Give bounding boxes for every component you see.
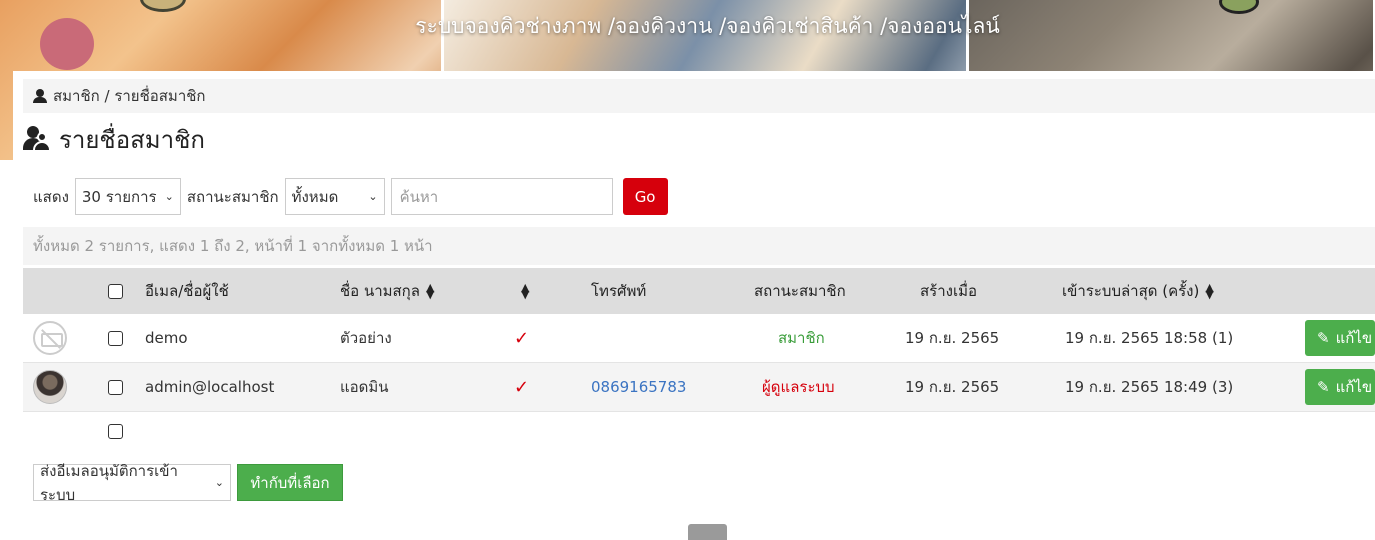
- members-table: อีเมล/ชื่อผู้ใช้ ชื่อ นามสกุล ▲ ▼ ▲ ▼ โทรศั…: [23, 268, 1375, 450]
- site-title: ระบบจองคิวช่างภาพ /จองคิวงาน /จองคิวเช่า…: [415, 14, 1000, 38]
- row-email: admin@localhost: [145, 378, 275, 396]
- user-avatar: [33, 370, 67, 404]
- page-title-text: รายชื่อสมาชิก: [59, 125, 205, 154]
- apply-selected-button[interactable]: ทำกับที่เลือก: [237, 464, 343, 501]
- row-created: 19 ก.ย. 2565: [905, 329, 1000, 347]
- no-image-icon: [33, 321, 67, 355]
- sort-icon[interactable]: ▲ ▼: [1205, 282, 1213, 300]
- select-all-checkbox[interactable]: [108, 283, 123, 299]
- col-last-login[interactable]: เข้าระบบล่าสุด (ครั้ง) ▲ ▼: [1062, 268, 1214, 314]
- col-phone: โทรศัพท์: [591, 282, 647, 300]
- pagination[interactable]: [688, 524, 727, 540]
- col-email: อีเมล/ชื่อผู้ใช้: [145, 282, 229, 300]
- chevron-down-icon: ⌄: [214, 476, 224, 489]
- chevron-down-icon: ⌄: [164, 190, 174, 203]
- edit-button[interactable]: ✎ แก้ไข: [1305, 320, 1375, 356]
- status-select-value: ทั้งหมด: [291, 187, 339, 206]
- user-icon: [33, 89, 47, 103]
- col-name[interactable]: ชื่อ นามสกุล ▲ ▼: [340, 268, 434, 314]
- chevron-down-icon: ⌄: [368, 190, 378, 203]
- status-label: สถานะสมาชิก: [186, 187, 279, 206]
- row-email: demo: [145, 329, 188, 347]
- col-status: สถานะสมาชิก: [754, 282, 846, 300]
- sort-icon[interactable]: ▲ ▼: [426, 282, 434, 300]
- breadcrumb: สมาชิก / รายชื่อสมาชิก: [23, 79, 1375, 113]
- page-title: รายชื่อสมาชิก: [23, 121, 205, 157]
- bulk-actions: ส่งอีเมลอนุมัติการเข้าระบบ ⌄ ทำกับที่เลื…: [33, 462, 343, 504]
- row-last-login: 19 ก.ย. 2565 18:49 (3): [1065, 378, 1234, 396]
- page-size-value: 30 รายการ: [81, 187, 157, 206]
- status-select[interactable]: ทั้งหมด ⌄: [284, 178, 385, 215]
- row-name: แอดมิน: [340, 378, 389, 396]
- row-checkbox[interactable]: [108, 379, 123, 395]
- table-footer-row: [23, 412, 1375, 450]
- row-name: ตัวอย่าง: [340, 329, 392, 347]
- active-check-icon: ✓: [514, 376, 530, 398]
- bulk-action-value: ส่งอีเมลอนุมัติการเข้าระบบ: [40, 461, 178, 504]
- content-panel: สมาชิก / รายชื่อสมาชิก รายชื่อสมาชิก แสด…: [13, 71, 1375, 540]
- table-header: อีเมล/ชื่อผู้ใช้ ชื่อ นามสกุล ▲ ▼ ▲ ▼ โทรศั…: [23, 268, 1375, 314]
- row-status: สมาชิก: [778, 329, 825, 347]
- col-created: สร้างเมื่อ: [920, 282, 977, 300]
- show-label: แสดง: [33, 187, 69, 206]
- users-icon: [23, 126, 51, 152]
- col-active[interactable]: ▲ ▼: [515, 268, 529, 314]
- row-last-login: 19 ก.ย. 2565 18:58 (1): [1065, 329, 1234, 347]
- bulk-action-select[interactable]: ส่งอีเมลอนุมัติการเข้าระบบ ⌄: [33, 462, 231, 504]
- table-row: admin@localhost แอดมิน ✓ 0869165783 ผู้ด…: [23, 363, 1375, 412]
- active-check-icon: ✓: [514, 327, 530, 349]
- row-checkbox[interactable]: [108, 330, 123, 346]
- row-phone[interactable]: 0869165783: [591, 363, 686, 411]
- row-status: ผู้ดูแลระบบ: [762, 378, 835, 396]
- page-size-select[interactable]: 30 รายการ ⌄: [74, 178, 181, 215]
- go-button[interactable]: Go: [622, 178, 668, 215]
- edit-button[interactable]: ✎ แก้ไข: [1305, 369, 1375, 405]
- row-created: 19 ก.ย. 2565: [905, 378, 1000, 396]
- table-row: demo ตัวอย่าง ✓ สมาชิก 19 ก.ย. 2565 19 ก…: [23, 314, 1375, 363]
- pencil-icon: ✎: [1317, 329, 1330, 347]
- select-all-checkbox-bottom[interactable]: [108, 423, 123, 439]
- pencil-icon: ✎: [1317, 378, 1330, 396]
- result-summary: ทั้งหมด 2 รายการ, แสดง 1 ถึง 2, หน้าที่ …: [23, 227, 1375, 265]
- filter-bar: แสดง 30 รายการ ⌄ สถานะสมาชิก ทั้งหมด ⌄ ค…: [33, 178, 668, 215]
- sort-icon[interactable]: ▲ ▼: [521, 282, 529, 300]
- breadcrumb-text[interactable]: สมาชิก / รายชื่อสมาชิก: [53, 84, 206, 108]
- search-input[interactable]: ค้นหา: [390, 178, 613, 215]
